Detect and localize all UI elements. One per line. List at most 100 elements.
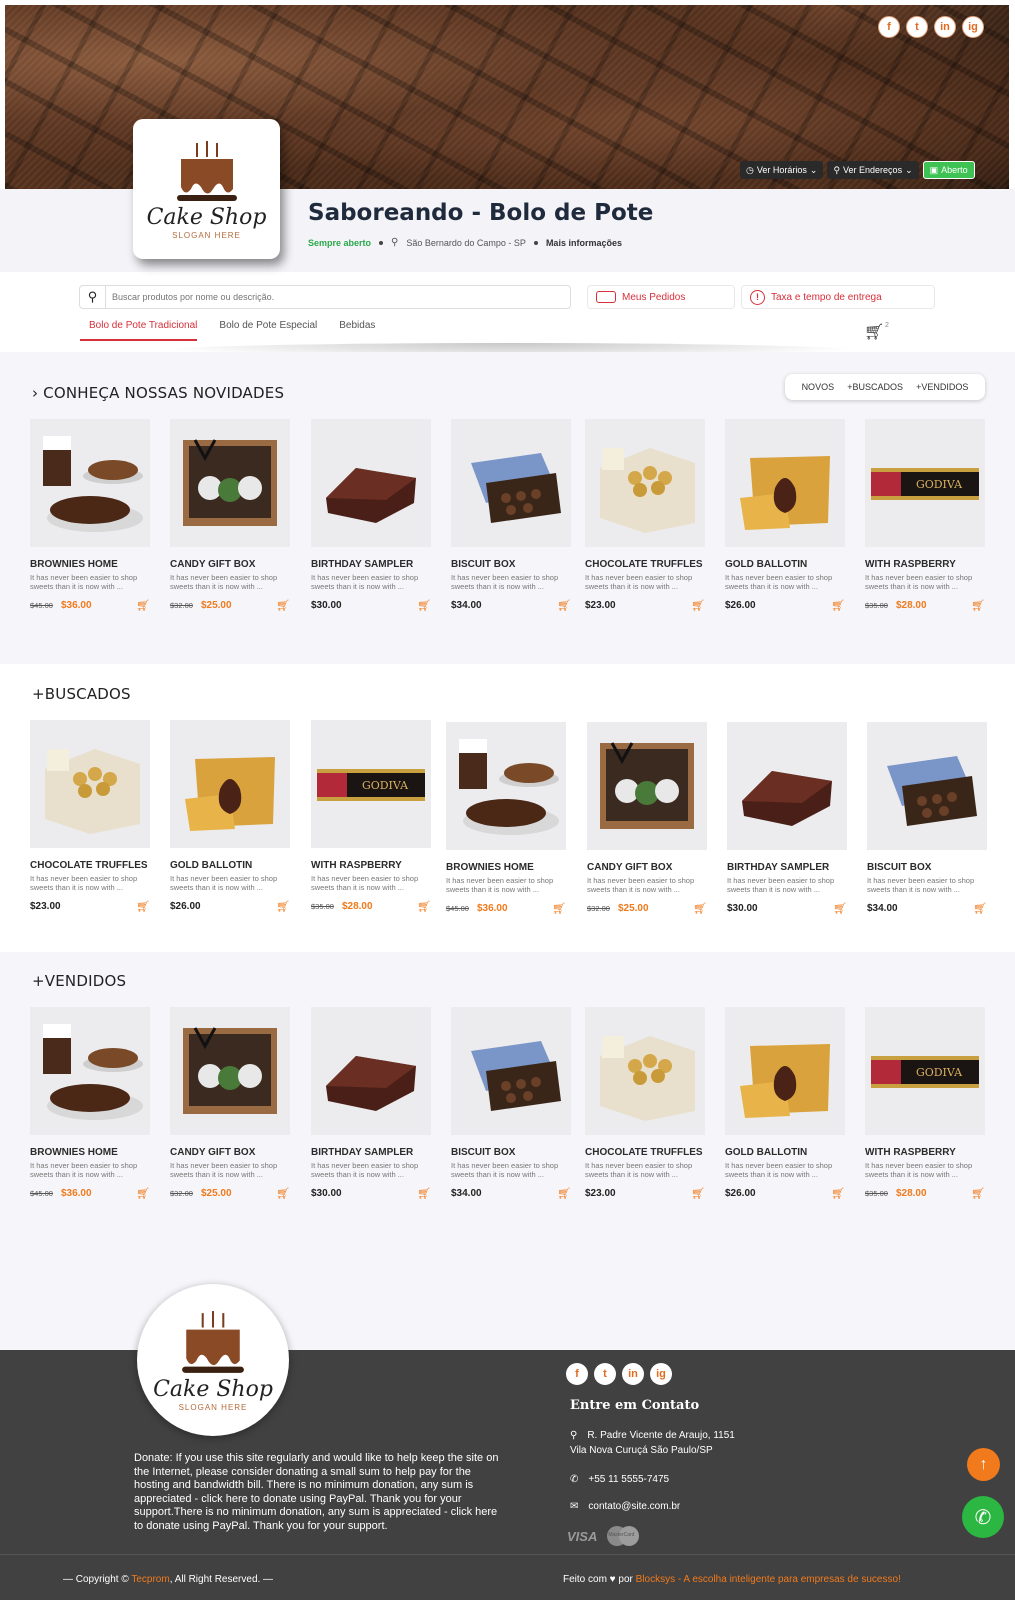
product-name[interactable]: GOLD BALLOTIN	[725, 559, 845, 570]
product-name[interactable]: BISCUIT BOX	[451, 1147, 571, 1158]
linkedin-icon[interactable]: in	[934, 16, 956, 38]
product-card[interactable]: GOLD BALLOTIN It has never been easier to…	[725, 1007, 845, 1200]
product-image[interactable]	[311, 419, 431, 547]
add-to-cart-icon[interactable]: 🛒︎	[276, 900, 290, 913]
add-to-cart-icon[interactable]: 🛒︎	[831, 599, 845, 612]
add-to-cart-icon[interactable]: 🛒︎	[276, 599, 290, 612]
product-image[interactable]	[170, 419, 290, 547]
product-image[interactable]	[446, 722, 566, 850]
product-name[interactable]: BIRTHDAY SAMPLER	[311, 559, 431, 570]
product-card[interactable]: BIRTHDAY SAMPLER It has never been easier…	[727, 722, 847, 915]
product-name[interactable]: WITH RASPBERRY	[311, 860, 431, 871]
product-card[interactable]: BROWNIES HOME It has never been easier to…	[446, 722, 566, 915]
add-to-cart-icon[interactable]: 🛒︎	[136, 900, 150, 913]
add-to-cart-icon[interactable]: 🛒︎	[973, 902, 987, 915]
add-to-cart-icon[interactable]: 🛒︎	[552, 902, 566, 915]
product-name[interactable]: CHOCOLATE TRUFFLES	[585, 559, 705, 570]
made-by-link[interactable]: Blocksys - A escolha inteligente para em…	[636, 1574, 901, 1585]
tab-bebidas[interactable]: Bebidas	[339, 320, 375, 341]
product-image[interactable]	[30, 419, 150, 547]
hours-button[interactable]: ◷ Ver Horários ⌄	[740, 161, 824, 179]
email-address[interactable]: contato@site.com.br	[588, 1501, 680, 1512]
add-to-cart-icon[interactable]: 🛒︎	[276, 1187, 290, 1200]
product-card[interactable]: GODIVA WITH RASPBERRY It has never been ea…	[865, 1007, 985, 1200]
product-card[interactable]: BROWNIES HOME It has never been easier to…	[30, 419, 150, 612]
product-image[interactable]	[30, 720, 150, 848]
my-orders-button[interactable]: Meus Pedidos	[587, 285, 735, 309]
add-to-cart-icon[interactable]: 🛒︎	[971, 599, 985, 612]
product-card[interactable]: CHOCOLATE TRUFFLES It has never been easi…	[585, 419, 705, 612]
add-to-cart-icon[interactable]: 🛒︎	[691, 599, 705, 612]
product-image[interactable]	[585, 419, 705, 547]
cart-icon[interactable]: 🛒︎	[864, 322, 884, 342]
product-name[interactable]: GOLD BALLOTIN	[725, 1147, 845, 1158]
add-to-cart-icon[interactable]: 🛒︎	[557, 1187, 571, 1200]
search-icon[interactable]: ⚲	[80, 286, 106, 308]
product-name[interactable]: WITH RASPBERRY	[865, 1147, 985, 1158]
product-image[interactable]	[30, 1007, 150, 1135]
add-to-cart-icon[interactable]: 🛒︎	[417, 900, 431, 913]
search-input[interactable]	[106, 292, 546, 302]
twitter-icon[interactable]: t	[906, 16, 928, 38]
add-to-cart-icon[interactable]: 🛒︎	[693, 902, 707, 915]
product-name[interactable]: BROWNIES HOME	[446, 862, 566, 873]
product-image[interactable]	[311, 1007, 431, 1135]
product-card[interactable]: GOLD BALLOTIN It has never been easier to…	[725, 419, 845, 612]
tab-tradicional[interactable]: Bolo de Pote Tradicional	[80, 320, 198, 341]
facebook-icon[interactable]: f	[878, 16, 900, 38]
filter-new[interactable]: NOVOS	[802, 382, 835, 392]
product-image[interactable]: GODIVA	[865, 1007, 985, 1135]
add-to-cart-icon[interactable]: 🛒︎	[136, 599, 150, 612]
filter-searched[interactable]: +BUSCADOS	[847, 382, 903, 392]
product-image[interactable]	[725, 419, 845, 547]
product-card[interactable]: BIRTHDAY SAMPLER It has never been easier…	[311, 419, 431, 612]
product-card[interactable]: CHOCOLATE TRUFFLES It has never been easi…	[30, 720, 150, 913]
add-to-cart-icon[interactable]: 🛒︎	[136, 1187, 150, 1200]
product-name[interactable]: WITH RASPBERRY	[865, 559, 985, 570]
product-name[interactable]: BIRTHDAY SAMPLER	[311, 1147, 431, 1158]
donate-text[interactable]: Donate: If you use this site regularly a…	[134, 1452, 504, 1533]
add-to-cart-icon[interactable]: 🛒︎	[971, 1187, 985, 1200]
product-card[interactable]: CANDY GIFT BOX It has never been easier t…	[587, 722, 707, 915]
phone-number[interactable]: +55 11 5555-7475	[588, 1474, 669, 1485]
whatsapp-button[interactable]: ✆	[962, 1496, 1004, 1538]
instagram-icon[interactable]: ig	[962, 16, 984, 38]
more-info-link[interactable]: Mais informações	[546, 238, 622, 248]
product-card[interactable]: GOLD BALLOTIN It has never been easier to…	[170, 720, 290, 913]
product-image[interactable]	[867, 722, 987, 850]
add-to-cart-icon[interactable]: 🛒︎	[831, 1187, 845, 1200]
product-image[interactable]	[170, 720, 290, 848]
product-image[interactable]: GODIVA	[865, 419, 985, 547]
add-to-cart-icon[interactable]: 🛒︎	[691, 1187, 705, 1200]
product-card[interactable]: GODIVA WITH RASPBERRY It has never been ea…	[865, 419, 985, 612]
product-name[interactable]: BISCUIT BOX	[451, 559, 571, 570]
product-card[interactable]: CANDY GIFT BOX It has never been easier t…	[170, 1007, 290, 1200]
product-name[interactable]: GOLD BALLOTIN	[170, 860, 290, 871]
back-to-top-button[interactable]: ↑	[967, 1448, 1000, 1481]
tab-especial[interactable]: Bolo de Pote Especial	[219, 320, 317, 341]
addresses-button[interactable]: ⚲ Ver Endereços ⌄	[827, 161, 919, 179]
product-name[interactable]: BIRTHDAY SAMPLER	[727, 862, 847, 873]
product-name[interactable]: CANDY GIFT BOX	[170, 1147, 290, 1158]
product-name[interactable]: BISCUIT BOX	[867, 862, 987, 873]
product-image[interactable]	[585, 1007, 705, 1135]
product-name[interactable]: CANDY GIFT BOX	[170, 559, 290, 570]
product-name[interactable]: CHOCOLATE TRUFFLES	[585, 1147, 705, 1158]
product-image[interactable]	[170, 1007, 290, 1135]
product-card[interactable]: BROWNIES HOME It has never been easier to…	[30, 1007, 150, 1200]
add-to-cart-icon[interactable]: 🛒︎	[833, 902, 847, 915]
product-name[interactable]: BROWNIES HOME	[30, 1147, 150, 1158]
delivery-info-button[interactable]: ! Taxa e tempo de entrega	[741, 285, 935, 309]
product-card[interactable]: CANDY GIFT BOX It has never been easier t…	[170, 419, 290, 612]
add-to-cart-icon[interactable]: 🛒︎	[417, 1187, 431, 1200]
product-card[interactable]: BISCUIT BOX It has never been easier to s…	[451, 1007, 571, 1200]
facebook-icon[interactable]: f	[566, 1363, 588, 1385]
product-image[interactable]	[451, 1007, 571, 1135]
product-card[interactable]: GODIVA WITH RASPBERRY It has never been ea…	[311, 720, 431, 913]
product-card[interactable]: BISCUIT BOX It has never been easier to s…	[867, 722, 987, 915]
product-image[interactable]	[727, 722, 847, 850]
add-to-cart-icon[interactable]: 🛒︎	[417, 599, 431, 612]
product-card[interactable]: CHOCOLATE TRUFFLES It has never been easi…	[585, 1007, 705, 1200]
product-image[interactable]: GODIVA	[311, 720, 431, 848]
copyright-link[interactable]: Tecprom	[131, 1574, 169, 1585]
